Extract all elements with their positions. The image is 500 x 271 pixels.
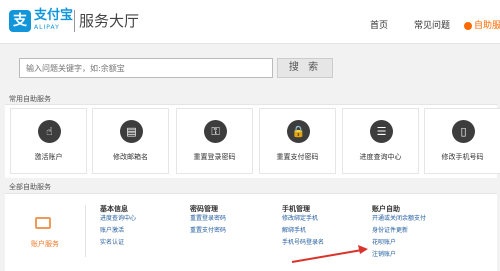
annotation-arrow bbox=[291, 245, 368, 263]
